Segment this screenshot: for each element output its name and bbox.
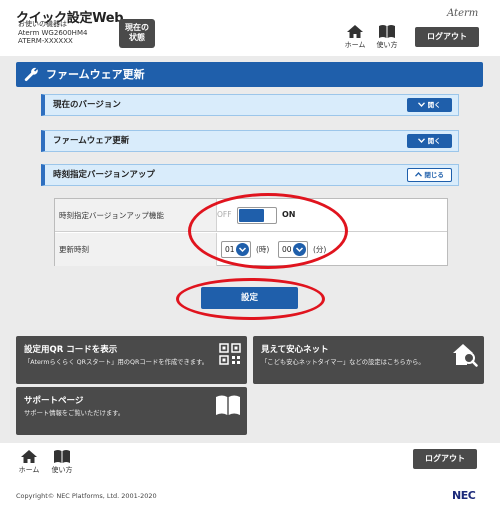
main-content: ファームウェア更新 現在のバージョン 開く ファームウェア更新 開く 時刻指定バ… (0, 56, 500, 443)
toggle-fill (239, 209, 264, 222)
collapse-button[interactable]: 閉じる (407, 168, 452, 182)
scheduled-update-label: 時刻指定バージョンアップ機能 (55, 199, 217, 231)
section-label: 現在のバージョン (53, 100, 121, 110)
chevron-down-icon (418, 138, 426, 143)
current-status-button[interactable]: 現在の 状態 (119, 19, 155, 48)
update-time-label: 更新時刻 (55, 233, 217, 266)
qr-code-icon (219, 343, 241, 365)
device-model: Aterm WG2600HM4 (18, 28, 88, 37)
toggle-track[interactable] (237, 207, 277, 224)
hour-value: 01 (225, 245, 235, 254)
tile-title: 設定用QR コードを表示 (24, 345, 118, 355)
book-icon (379, 25, 395, 38)
book-icon (216, 395, 240, 415)
footer-logout-button[interactable]: ログアウト (413, 449, 477, 469)
toggle-off-label: OFF (217, 210, 232, 219)
tile-qr-code[interactable]: 設定用QR コードを表示 「Atermらくらく QRスタート」用のQRコードを作… (16, 336, 247, 384)
footer-nav: ホーム 使い方 ログアウト (0, 443, 500, 481)
section-scheduled-update[interactable]: 時刻指定バージョンアップ 閉じる (41, 164, 459, 186)
home-search-icon (453, 344, 478, 367)
home-nav-label: ホーム (344, 41, 366, 49)
tile-title: 見えて安心ネット (261, 345, 329, 355)
scheduled-update-settings: 時刻指定バージョンアップ機能 OFF ON 更新時刻 01 (時) 00 (分) (54, 198, 448, 266)
wrench-icon (24, 67, 38, 82)
manual-nav[interactable]: 使い方 (374, 24, 400, 50)
collapse-button-label: 閉じる (424, 171, 444, 179)
expand-button[interactable]: 開く (407, 98, 452, 112)
status-button-line1: 現在の (125, 23, 149, 32)
page-title: ファームウェア更新 (16, 62, 483, 87)
book-icon (54, 450, 70, 463)
footer-manual-label: 使い方 (51, 466, 73, 474)
toggle-on-label: ON (282, 210, 296, 219)
tile-desc: 「こども安心ネットタイマー」などの設定はこちらから。 (261, 359, 425, 366)
chevron-down-icon (418, 102, 426, 107)
section-firmware-update[interactable]: ファームウェア更新 開く (41, 130, 459, 152)
expand-button[interactable]: 開く (407, 134, 452, 148)
manual-nav-label: 使い方 (376, 41, 398, 49)
setting-row-time: 更新時刻 01 (時) 00 (分) (55, 233, 447, 266)
aterm-logo: Aterm (447, 8, 479, 19)
minute-unit: (分) (313, 245, 327, 254)
device-info: お使いの機器は Aterm WG2600HM4 ATERM-XXXXXX (18, 20, 87, 46)
tile-safe-net[interactable]: 見えて安心ネット 「こども安心ネットタイマー」などの設定はこちらから。 (253, 336, 484, 384)
chevron-down-icon (293, 243, 306, 256)
hour-select[interactable]: 01 (221, 241, 251, 258)
minute-select[interactable]: 00 (278, 241, 308, 258)
hour-unit: (時) (256, 245, 270, 254)
footer-manual-nav[interactable]: 使い方 (49, 449, 75, 475)
section-label: 時刻指定バージョンアップ (53, 170, 155, 180)
section-label: ファームウェア更新 (53, 136, 130, 146)
expand-button-label: 開く (427, 101, 441, 109)
footer-home-nav[interactable]: ホーム (16, 449, 42, 475)
device-label: お使いの機器は (18, 20, 67, 28)
minute-value: 00 (282, 245, 292, 254)
tile-desc: サポート情報をご覧いただけます。 (24, 410, 125, 417)
header: クイック設定Web お使いの機器は Aterm WG2600HM4 ATERM-… (0, 0, 500, 55)
footer-home-label: ホーム (18, 466, 40, 474)
chevron-down-icon (236, 243, 249, 256)
device-id: ATERM-XXXXXX (18, 37, 73, 45)
home-nav[interactable]: ホーム (342, 24, 368, 50)
tile-support[interactable]: サポートページ サポート情報をご覧いただけます。 (16, 387, 247, 435)
nec-logo: NEC (452, 489, 476, 502)
expand-button-label: 開く (427, 137, 441, 145)
page-title-text: ファームウェア更新 (46, 68, 145, 81)
submit-button[interactable]: 設定 (201, 287, 298, 309)
chevron-up-icon (415, 172, 423, 177)
home-icon (347, 25, 363, 38)
copyright: Copyright© NEC Platforms, Ltd. 2001-2020 (16, 492, 157, 500)
status-button-line2: 状態 (129, 33, 145, 42)
setting-row-feature: 時刻指定バージョンアップ機能 OFF ON (55, 199, 447, 232)
section-current-version[interactable]: 現在のバージョン 開く (41, 94, 459, 116)
tile-title: サポートページ (24, 396, 84, 406)
logout-button[interactable]: ログアウト (415, 27, 479, 47)
home-icon (21, 450, 37, 463)
tile-desc: 「Atermらくらく QRスタート」用のQRコードを作成できます。 (24, 359, 209, 366)
